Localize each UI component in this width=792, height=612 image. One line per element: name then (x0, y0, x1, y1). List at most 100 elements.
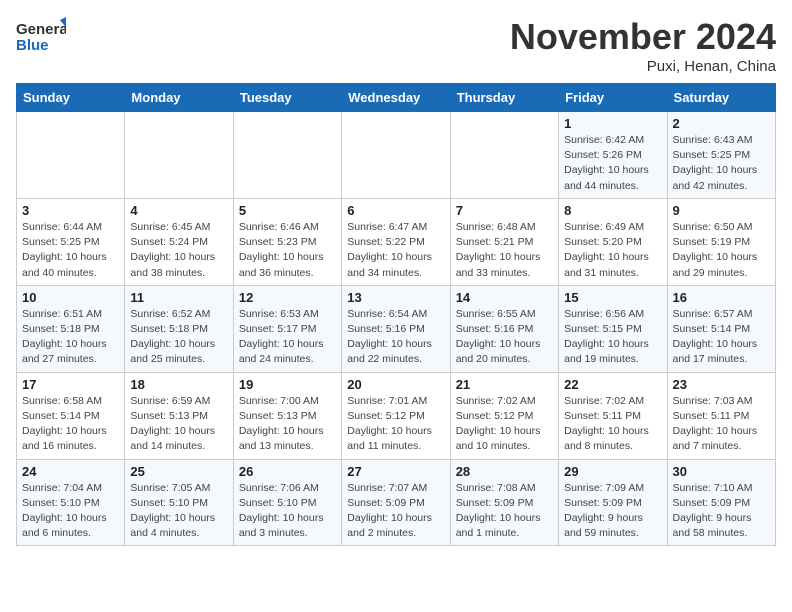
day-info: Sunrise: 6:47 AMSunset: 5:22 PMDaylight:… (347, 220, 444, 281)
day-info: Sunrise: 7:01 AMSunset: 5:12 PMDaylight:… (347, 394, 444, 455)
day-info: Sunrise: 7:05 AMSunset: 5:10 PMDaylight:… (130, 481, 227, 542)
day-number: 5 (239, 203, 336, 218)
calendar-cell (342, 112, 450, 199)
day-info: Sunrise: 6:57 AMSunset: 5:14 PMDaylight:… (673, 307, 770, 368)
weekday-thursday: Thursday (450, 84, 558, 112)
day-number: 27 (347, 464, 444, 479)
weekday-wednesday: Wednesday (342, 84, 450, 112)
day-number: 25 (130, 464, 227, 479)
calendar-cell: 7 Sunrise: 6:48 AMSunset: 5:21 PMDaylight… (450, 198, 558, 285)
day-number: 26 (239, 464, 336, 479)
calendar-cell (233, 112, 341, 199)
day-number: 11 (130, 290, 227, 305)
day-number: 17 (22, 377, 119, 392)
calendar-cell: 3 Sunrise: 6:44 AMSunset: 5:25 PMDaylight… (17, 198, 125, 285)
calendar-cell: 2 Sunrise: 6:43 AMSunset: 5:25 PMDaylight… (667, 112, 775, 199)
day-info: Sunrise: 6:52 AMSunset: 5:18 PMDaylight:… (130, 307, 227, 368)
logo: General Blue (16, 16, 66, 60)
day-number: 4 (130, 203, 227, 218)
day-number: 1 (564, 116, 661, 131)
day-number: 21 (456, 377, 553, 392)
calendar-cell: 27 Sunrise: 7:07 AMSunset: 5:09 PMDayligh… (342, 459, 450, 546)
day-number: 30 (673, 464, 770, 479)
day-number: 29 (564, 464, 661, 479)
weekday-friday: Friday (559, 84, 667, 112)
day-number: 9 (673, 203, 770, 218)
calendar-cell: 6Sunrise: 6:47 AMSunset: 5:22 PMDaylight… (342, 198, 450, 285)
day-info: Sunrise: 6:54 AMSunset: 5:16 PMDaylight:… (347, 307, 444, 368)
day-info: Sunrise: 7:07 AMSunset: 5:09 PMDaylight:… (347, 481, 444, 542)
calendar-cell: 17 Sunrise: 6:58 AMSunset: 5:14 PMDayligh… (17, 372, 125, 459)
day-info: Sunrise: 6:50 AMSunset: 5:19 PMDaylight:… (673, 220, 770, 281)
day-info: Sunrise: 6:53 AMSunset: 5:17 PMDaylight:… (239, 307, 336, 368)
day-number: 23 (673, 377, 770, 392)
day-info: Sunrise: 7:02 AMSunset: 5:12 PMDaylight:… (456, 394, 553, 455)
day-info: Sunrise: 6:45 AMSunset: 5:24 PMDaylight:… (130, 220, 227, 281)
day-number: 22 (564, 377, 661, 392)
calendar-cell: 29Sunrise: 7:09 AMSunset: 5:09 PMDayligh… (559, 459, 667, 546)
calendar-table: SundayMondayTuesdayWednesdayThursdayFrid… (16, 83, 776, 546)
calendar-cell: 13 Sunrise: 6:54 AMSunset: 5:16 PMDayligh… (342, 285, 450, 372)
calendar-cell: 26 Sunrise: 7:06 AMSunset: 5:10 PMDayligh… (233, 459, 341, 546)
svg-text:General: General (16, 21, 66, 38)
day-info: Sunrise: 6:58 AMSunset: 5:14 PMDaylight:… (22, 394, 119, 455)
calendar-cell: 14 Sunrise: 6:55 AMSunset: 5:16 PMDayligh… (450, 285, 558, 372)
page-header: General Blue November 2024 Puxi, Henan, … (16, 16, 776, 75)
location: Puxi, Henan, China (510, 58, 776, 75)
day-number: 7 (456, 203, 553, 218)
calendar-cell: 4 Sunrise: 6:45 AMSunset: 5:24 PMDaylight… (125, 198, 233, 285)
day-number: 3 (22, 203, 119, 218)
calendar-cell: 28 Sunrise: 7:08 AMSunset: 5:09 PMDayligh… (450, 459, 558, 546)
day-info: Sunrise: 6:48 AMSunset: 5:21 PMDaylight:… (456, 220, 553, 281)
day-number: 13 (347, 290, 444, 305)
calendar-cell: 10Sunrise: 6:51 AMSunset: 5:18 PMDayligh… (17, 285, 125, 372)
day-number: 16 (673, 290, 770, 305)
calendar-cell: 11 Sunrise: 6:52 AMSunset: 5:18 PMDayligh… (125, 285, 233, 372)
day-number: 18 (130, 377, 227, 392)
weekday-sunday: Sunday (17, 84, 125, 112)
weekday-tuesday: Tuesday (233, 84, 341, 112)
day-info: Sunrise: 6:42 AMSunset: 5:26 PMDaylight:… (564, 133, 661, 194)
weekday-saturday: Saturday (667, 84, 775, 112)
calendar-cell: 19Sunrise: 7:00 AMSunset: 5:13 PMDayligh… (233, 372, 341, 459)
calendar-cell: 18 Sunrise: 6:59 AMSunset: 5:13 PMDayligh… (125, 372, 233, 459)
day-info: Sunrise: 7:02 AMSunset: 5:11 PMDaylight:… (564, 394, 661, 455)
day-number: 19 (239, 377, 336, 392)
calendar-week-2: 3 Sunrise: 6:44 AMSunset: 5:25 PMDaylight… (17, 198, 776, 285)
month-title: November 2024 (510, 16, 776, 58)
day-info: Sunrise: 6:55 AMSunset: 5:16 PMDaylight:… (456, 307, 553, 368)
logo-svg: General Blue (16, 16, 66, 60)
calendar-cell: 15Sunrise: 6:56 AMSunset: 5:15 PMDayligh… (559, 285, 667, 372)
calendar-cell: 21 Sunrise: 7:02 AMSunset: 5:12 PMDayligh… (450, 372, 558, 459)
day-number: 15 (564, 290, 661, 305)
calendar-cell: 8 Sunrise: 6:49 AMSunset: 5:20 PMDaylight… (559, 198, 667, 285)
calendar-cell: 1 Sunrise: 6:42 AMSunset: 5:26 PMDaylight… (559, 112, 667, 199)
day-info: Sunrise: 6:49 AMSunset: 5:20 PMDaylight:… (564, 220, 661, 281)
day-number: 8 (564, 203, 661, 218)
calendar-cell: 30 Sunrise: 7:10 AMSunset: 5:09 PMDayligh… (667, 459, 775, 546)
day-info: Sunrise: 7:08 AMSunset: 5:09 PMDaylight:… (456, 481, 553, 542)
day-info: Sunrise: 6:43 AMSunset: 5:25 PMDaylight:… (673, 133, 770, 194)
day-info: Sunrise: 7:10 AMSunset: 5:09 PMDaylight:… (673, 481, 770, 542)
calendar-week-5: 24Sunrise: 7:04 AMSunset: 5:10 PMDayligh… (17, 459, 776, 546)
calendar-cell: 23 Sunrise: 7:03 AMSunset: 5:11 PMDayligh… (667, 372, 775, 459)
day-number: 12 (239, 290, 336, 305)
calendar-cell (450, 112, 558, 199)
calendar-cell: 12 Sunrise: 6:53 AMSunset: 5:17 PMDayligh… (233, 285, 341, 372)
day-info: Sunrise: 7:06 AMSunset: 5:10 PMDaylight:… (239, 481, 336, 542)
svg-text:Blue: Blue (16, 37, 49, 54)
day-info: Sunrise: 7:03 AMSunset: 5:11 PMDaylight:… (673, 394, 770, 455)
day-number: 10 (22, 290, 119, 305)
calendar-cell (125, 112, 233, 199)
day-info: Sunrise: 6:46 AMSunset: 5:23 PMDaylight:… (239, 220, 336, 281)
calendar-cell: 24Sunrise: 7:04 AMSunset: 5:10 PMDayligh… (17, 459, 125, 546)
day-number: 28 (456, 464, 553, 479)
day-number: 24 (22, 464, 119, 479)
day-number: 2 (673, 116, 770, 131)
calendar-cell: 5 Sunrise: 6:46 AMSunset: 5:23 PMDaylight… (233, 198, 341, 285)
day-info: Sunrise: 6:44 AMSunset: 5:25 PMDaylight:… (22, 220, 119, 281)
calendar-cell: 9 Sunrise: 6:50 AMSunset: 5:19 PMDaylight… (667, 198, 775, 285)
day-number: 14 (456, 290, 553, 305)
calendar-week-4: 17 Sunrise: 6:58 AMSunset: 5:14 PMDayligh… (17, 372, 776, 459)
day-info: Sunrise: 6:59 AMSunset: 5:13 PMDaylight:… (130, 394, 227, 455)
